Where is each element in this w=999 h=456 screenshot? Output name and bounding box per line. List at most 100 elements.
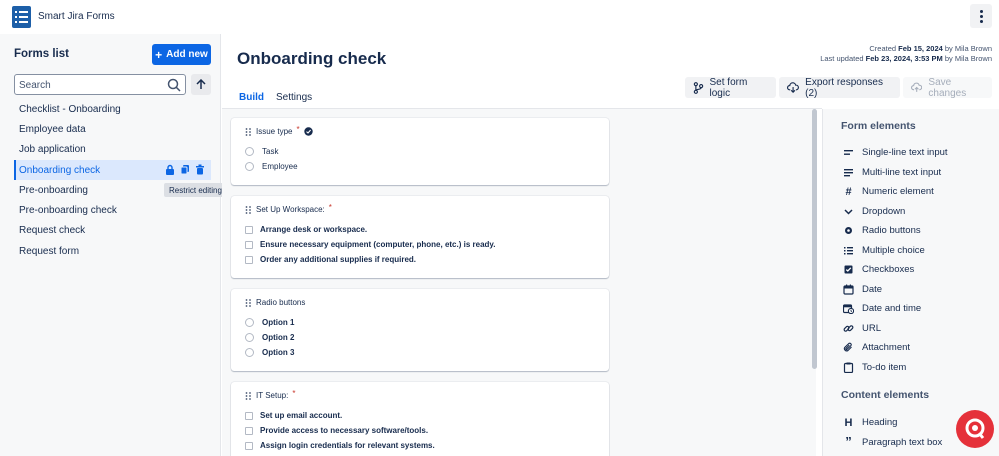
required-marker: *	[296, 125, 300, 134]
copy-icon[interactable]	[180, 164, 190, 175]
checkbox[interactable]	[245, 411, 253, 420]
element-multi-line[interactable]: Multi-line text input	[843, 167, 941, 178]
form-item[interactable]: Request form	[14, 241, 211, 261]
element-checkboxes[interactable]: Checkboxes	[843, 264, 914, 275]
form-field-card[interactable]: IT Setup: * Set up email account. Provide…	[231, 382, 609, 456]
checkbox-option[interactable]: Set up email account.	[245, 411, 342, 420]
element-paragraph[interactable]: ” Paragraph text box	[843, 435, 942, 448]
element-dropdown[interactable]: Dropdown	[843, 206, 905, 217]
radio-option[interactable]: Task	[245, 147, 278, 156]
radio-option[interactable]: Employee	[245, 162, 298, 171]
checkbox-option[interactable]: Ensure necessary equipment (computer, ph…	[245, 240, 495, 249]
arrow-up-icon	[196, 79, 206, 89]
form-field-card[interactable]: Radio buttons Option 1 Option 2 Option 3	[231, 289, 609, 371]
checkbox[interactable]	[245, 240, 253, 249]
checkbox[interactable]	[245, 225, 253, 234]
form-item[interactable]: Job application	[14, 140, 211, 160]
radio-circle[interactable]	[245, 348, 254, 357]
drag-handle-icon[interactable]	[245, 298, 252, 307]
checkbox[interactable]	[245, 441, 253, 450]
radio-circle[interactable]	[245, 162, 254, 171]
form-item-label: Checklist - Onboarding	[19, 103, 121, 115]
element-single-line[interactable]: Single-line text input	[843, 147, 948, 158]
element-radio[interactable]: Radio buttons	[843, 225, 921, 236]
logic-branch-icon	[693, 81, 704, 94]
search-input[interactable]	[19, 78, 159, 92]
element-label: Multiple choice	[862, 244, 925, 256]
form-item-selected[interactable]: Onboarding check	[14, 159, 211, 181]
drag-handle-icon[interactable]	[245, 391, 252, 400]
trash-icon[interactable]	[195, 164, 205, 175]
clipboard-icon	[843, 362, 854, 373]
element-date[interactable]: Date	[843, 284, 882, 295]
radio-option[interactable]: Option 3	[245, 348, 294, 357]
search-icon[interactable]	[167, 78, 181, 92]
option-label: Option 1	[262, 318, 295, 327]
element-date-time[interactable]: Date and time	[843, 303, 921, 314]
cloud-upload-icon	[911, 82, 923, 92]
top-bar: Smart Jira Forms	[0, 0, 999, 34]
checkbox[interactable]	[245, 426, 253, 435]
field-title-text: IT Setup:	[256, 391, 289, 400]
verified-icon	[303, 127, 313, 136]
short-text-icon	[844, 150, 853, 155]
form-field-card[interactable]: Issue type * Task Employee	[231, 118, 609, 185]
element-multiple-choice[interactable]: Multiple choice	[843, 245, 925, 256]
add-new-button[interactable]: + Add new	[152, 44, 211, 65]
element-attachment[interactable]: Attachment	[843, 342, 910, 353]
lock-icon[interactable]	[165, 164, 175, 175]
radio-circle[interactable]	[245, 147, 254, 156]
option-label: Order any additional supplies if require…	[260, 255, 417, 264]
option-label: Option 2	[262, 333, 295, 342]
checkbox[interactable]	[245, 255, 253, 264]
checkbox-option[interactable]: Assign login credentials for relevant sy…	[245, 441, 435, 450]
form-elements-title: Form elements	[841, 120, 916, 132]
form-item[interactable]: Employee data	[14, 119, 211, 139]
checkbox-option[interactable]: Order any additional supplies if require…	[245, 255, 416, 264]
field-title: IT Setup: *	[245, 389, 295, 400]
canvas-scrollbar[interactable]	[812, 109, 817, 369]
drag-handle-icon[interactable]	[245, 205, 252, 214]
more-options-icon[interactable]	[970, 4, 992, 28]
radio-circle[interactable]	[245, 318, 254, 327]
search-box	[14, 74, 186, 95]
help-bubble-button[interactable]	[956, 410, 994, 448]
form-item-label: Request check	[19, 225, 86, 237]
field-title: Radio buttons	[245, 298, 305, 307]
updated-date: Feb 23, 2024, 3:53 PM	[865, 54, 943, 63]
element-label: Numeric element	[862, 186, 934, 197]
element-numeric[interactable]: # Numeric element	[843, 186, 934, 198]
option-label: Arrange desk or workspace.	[260, 225, 368, 234]
form-field-card[interactable]: Set Up Workspace: * Arrange desk or works…	[231, 196, 609, 278]
save-changes-button[interactable]: Save changes	[903, 77, 992, 99]
form-item[interactable]: Checklist - Onboarding	[14, 99, 211, 119]
checkbox-option[interactable]: Arrange desk or workspace.	[245, 225, 367, 234]
sort-button[interactable]	[191, 74, 211, 95]
checkbox-option[interactable]: Provide access to necessary software/too…	[245, 426, 428, 435]
radio-circle[interactable]	[245, 333, 254, 342]
checkbox-icon	[844, 265, 853, 274]
form-item-label: Pre-onboarding	[19, 184, 88, 196]
link-icon	[843, 324, 854, 332]
radio-option[interactable]: Option 1	[245, 318, 294, 327]
form-item[interactable]: Request check	[14, 221, 211, 241]
element-label: To-do item	[862, 361, 907, 373]
app-title: Smart Jira Forms	[38, 11, 115, 22]
content-elements-title: Content elements	[841, 389, 930, 401]
drag-handle-icon[interactable]	[245, 127, 252, 136]
element-heading[interactable]: H Heading	[843, 417, 898, 429]
set-form-logic-button[interactable]: Set form logic	[685, 77, 776, 99]
form-item-label: Job application	[19, 144, 86, 156]
add-new-label: Add new	[166, 49, 208, 60]
calendar-clock-icon	[843, 304, 854, 314]
form-item[interactable]: Pre-onboarding check	[14, 200, 211, 220]
option-label: Task	[262, 147, 279, 156]
chevron-down-icon	[844, 208, 853, 215]
element-todo[interactable]: To-do item	[843, 362, 906, 373]
export-responses-button[interactable]: Export responses (2)	[779, 77, 900, 99]
form-item-label: Employee data	[19, 123, 86, 135]
help-icon	[965, 418, 985, 439]
radio-option[interactable]: Option 2	[245, 333, 294, 342]
element-url[interactable]: URL	[843, 323, 881, 334]
element-label: Radio buttons	[862, 225, 921, 236]
